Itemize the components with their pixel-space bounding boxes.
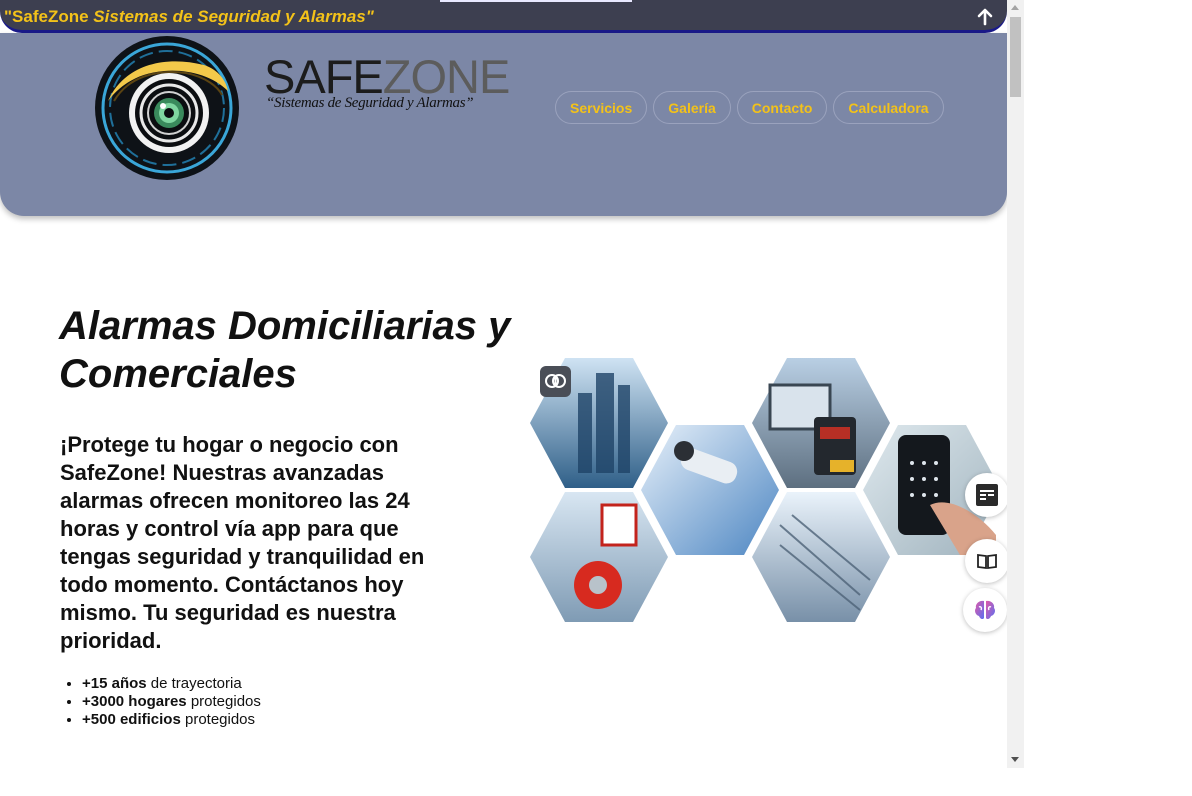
security-hexagon-collage xyxy=(530,358,1000,622)
image-tool-badge[interactable] xyxy=(540,366,571,397)
site-header: SAFEZONE “Sistemas de Seguridad y Alarma… xyxy=(0,33,1007,216)
main-nav: Servicios Galería Contacto Calculadora xyxy=(555,91,944,124)
eye-logo-icon[interactable] xyxy=(94,35,240,181)
nav-contacto[interactable]: Contacto xyxy=(736,91,828,124)
banner-title-rest: Sistemas de Seguridad y Alarmas" xyxy=(88,7,374,26)
reader-mode-icon xyxy=(976,484,998,506)
stat-item: +500 edificios protegidos xyxy=(82,711,261,729)
nav-galeria[interactable]: Galería xyxy=(653,91,731,124)
reading-button[interactable] xyxy=(965,539,1007,583)
stat-strong: +3000 hogares xyxy=(82,693,187,710)
arrow-up-icon[interactable] xyxy=(976,8,994,26)
hero-title: Alarmas Domiciliarias y Comerciales xyxy=(59,304,511,396)
hero-description: ¡Protege tu hogar o negocio con SafeZone… xyxy=(60,432,425,653)
banner-title: "SafeZone Sistemas de Seguridad y Alarma… xyxy=(4,7,374,27)
brand-block: SAFEZONE “Sistemas de Seguridad y Alarma… xyxy=(264,51,510,112)
stat-rest: protegidos xyxy=(186,693,261,710)
stat-strong: +15 años xyxy=(82,675,147,692)
stat-item: +3000 hogares protegidos xyxy=(82,693,261,711)
stats-list: +15 años de trayectoria +3000 hogares pr… xyxy=(60,675,261,729)
open-book-icon xyxy=(977,553,997,570)
brain-icon xyxy=(975,600,995,620)
nav-calculadora[interactable]: Calculadora xyxy=(833,91,944,124)
scroll-down-arrow-icon[interactable] xyxy=(1011,757,1019,762)
brand-tagline: “Sistemas de Seguridad y Alarmas” xyxy=(266,95,474,111)
brain-icon xyxy=(545,374,566,388)
ai-assistant-button[interactable] xyxy=(963,588,1007,632)
reader-mode-button[interactable] xyxy=(965,473,1007,517)
top-highlight-line xyxy=(440,0,632,2)
stat-strong: +500 edificios xyxy=(82,711,181,728)
scroll-up-arrow-icon[interactable] xyxy=(1011,5,1019,10)
page-viewport: "SafeZone Sistemas de Seguridad y Alarma… xyxy=(0,0,1007,768)
banner-title-lead: "SafeZone xyxy=(4,7,89,26)
stat-rest: de trayectoria xyxy=(146,675,242,692)
nav-servicios[interactable]: Servicios xyxy=(555,91,648,124)
page-scrollbar[interactable] xyxy=(1007,0,1024,768)
scrollbar-thumb[interactable] xyxy=(1010,17,1021,97)
stat-item: +15 años de trayectoria xyxy=(82,675,261,693)
top-banner: "SafeZone Sistemas de Seguridad y Alarma… xyxy=(0,0,1007,33)
stat-rest: protegidos xyxy=(180,711,256,728)
